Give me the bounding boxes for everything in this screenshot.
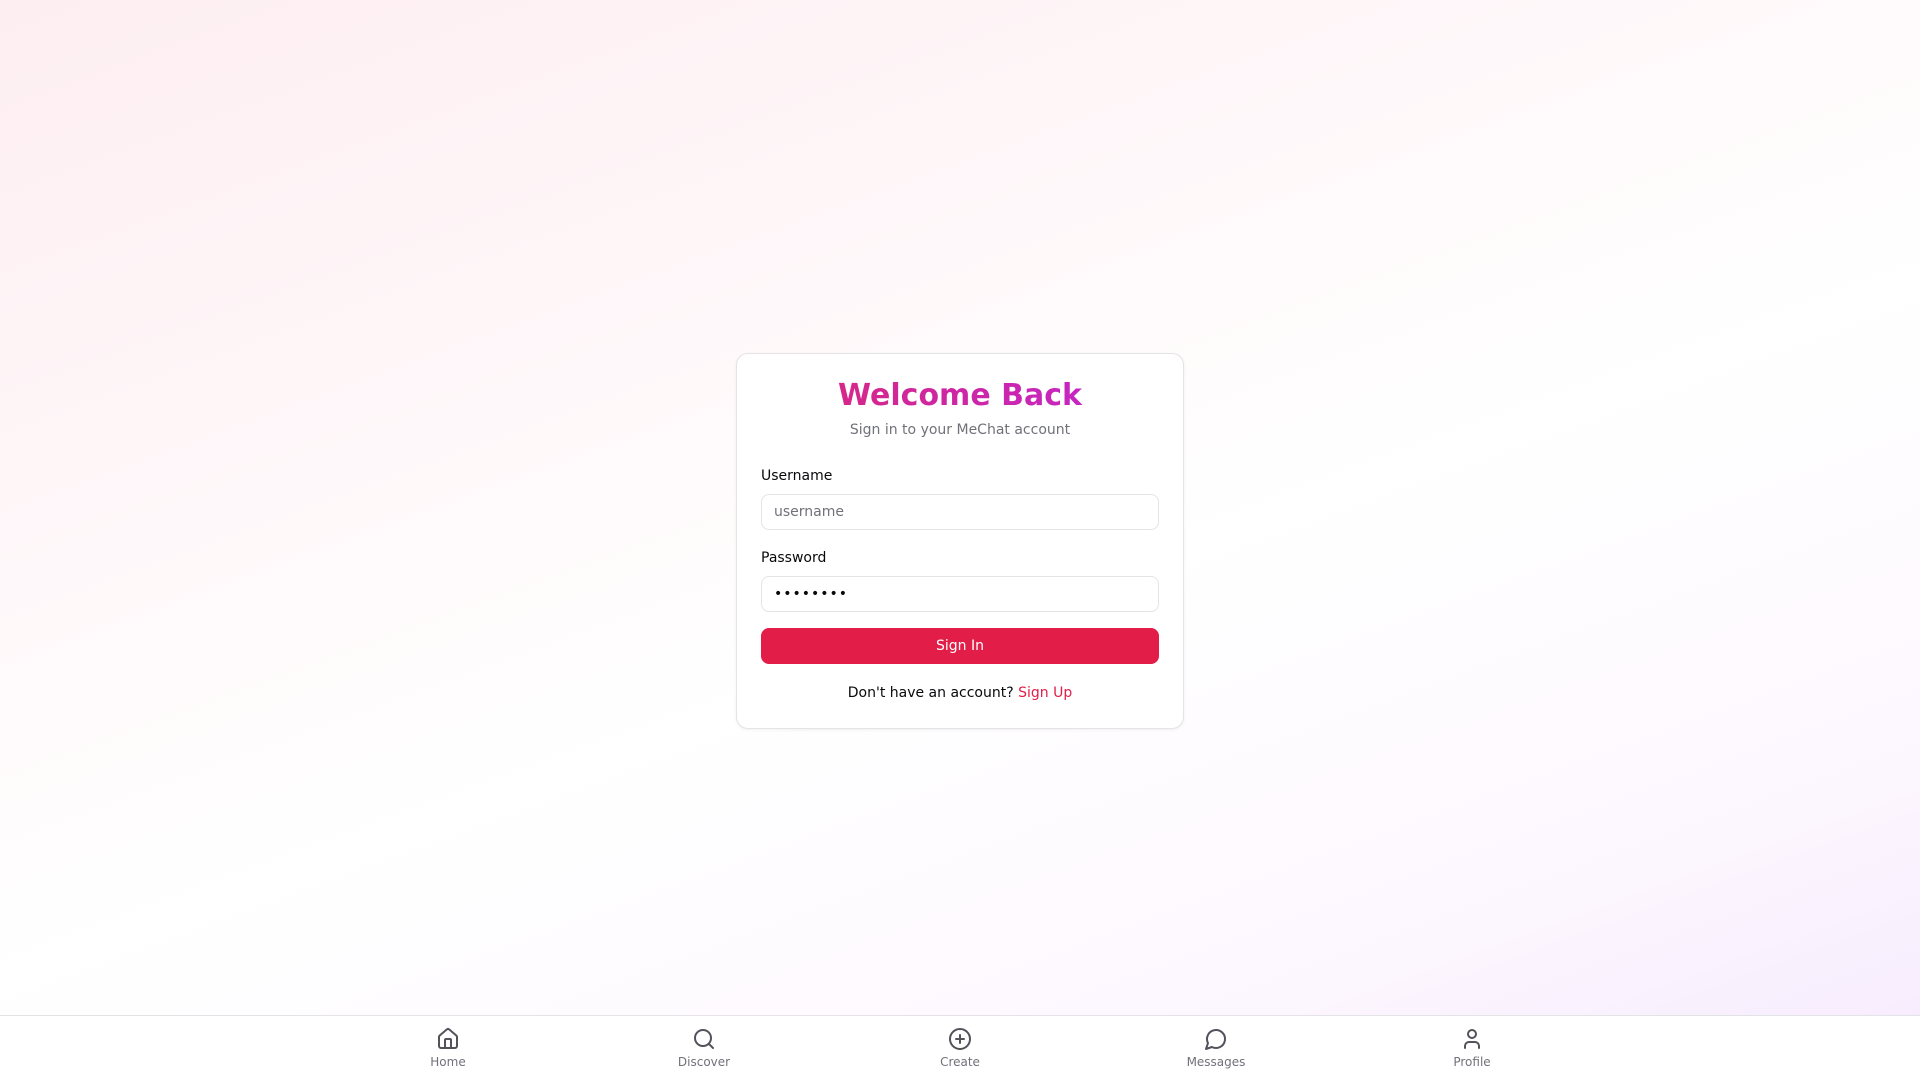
password-label: Password xyxy=(761,549,827,566)
page-title: Welcome Back xyxy=(761,378,1159,414)
nav-label-profile: Profile xyxy=(1453,1055,1491,1069)
search-icon xyxy=(694,1029,714,1049)
nav-label-messages: Messages xyxy=(1186,1055,1246,1069)
sign-up-link[interactable]: Sign Up xyxy=(1018,685,1072,701)
nav-item-profile[interactable]: Profile xyxy=(1412,1027,1532,1069)
signup-prompt: Don't have an account? xyxy=(847,684,1014,701)
plus-circle-icon xyxy=(949,1028,971,1050)
main-area: Welcome Back Sign in to your MeChat acco… xyxy=(0,0,1920,1015)
nav-item-messages[interactable]: Messages xyxy=(1156,1027,1276,1069)
bottom-nav: Home Discover Create Messages Profile xyxy=(0,1015,1920,1080)
username-field-group: Username xyxy=(761,466,1159,530)
nav-item-discover[interactable]: Discover xyxy=(644,1027,764,1069)
bottom-nav-items: Home Discover Create Messages Profile xyxy=(320,1016,1600,1080)
sign-in-button[interactable]: Sign In xyxy=(761,627,1159,664)
username-input[interactable] xyxy=(761,493,1159,530)
message-circle-icon xyxy=(1205,1029,1226,1050)
nav-item-home[interactable]: Home xyxy=(388,1027,508,1069)
nav-label-create: Create xyxy=(940,1055,980,1069)
signup-prompt-row: Don't have an account? Sign Up xyxy=(761,683,1159,703)
home-icon xyxy=(438,1028,458,1049)
page-subtitle: Sign in to your MeChat account xyxy=(849,421,1071,438)
nav-label-home: Home xyxy=(430,1055,466,1069)
nav-label-discover: Discover xyxy=(677,1055,731,1069)
login-card: Welcome Back Sign in to your MeChat acco… xyxy=(736,352,1184,729)
nav-item-create[interactable]: Create xyxy=(900,1027,1020,1069)
password-field-group: Password xyxy=(761,548,1159,612)
password-input[interactable] xyxy=(761,575,1159,612)
user-icon xyxy=(1464,1029,1480,1049)
username-label: Username xyxy=(761,467,833,484)
